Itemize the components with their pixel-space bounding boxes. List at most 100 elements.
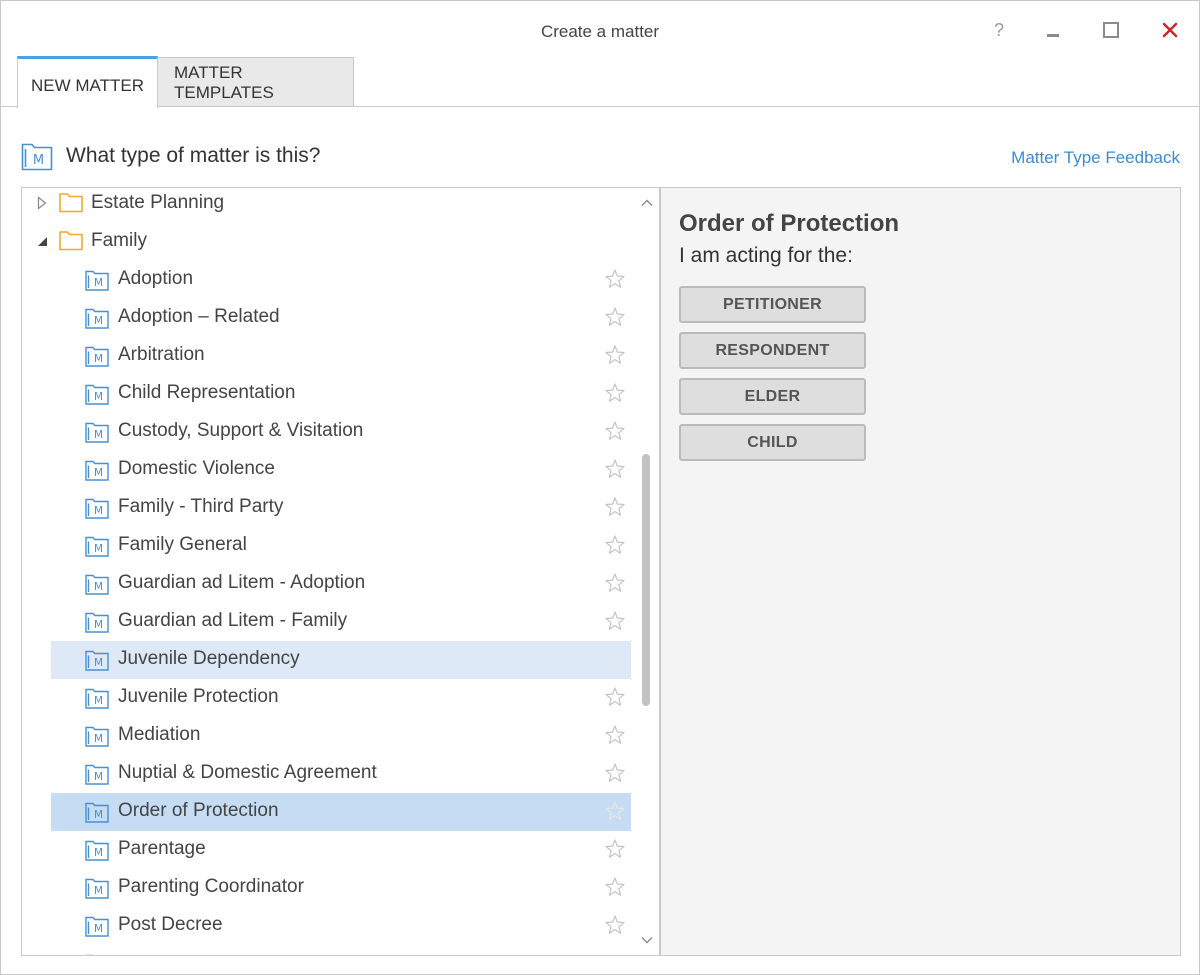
matter-detail-panel: Order of Protection I am acting for the:… — [661, 188, 1180, 955]
list-item[interactable]: M Child Representation — [51, 375, 631, 413]
list-item-label: Juvenile Protection — [118, 686, 279, 707]
favorite-star-icon[interactable] — [604, 306, 626, 328]
scrollbar-thumb[interactable] — [642, 454, 650, 706]
petitioner-button[interactable]: PETITIONER — [679, 286, 866, 323]
folder-icon — [59, 231, 83, 251]
list-item-label: Child Representation — [118, 382, 296, 403]
list-item[interactable]: M Mediation — [51, 717, 631, 755]
list-item[interactable]: M Nuptial & Domestic Agreement — [51, 755, 631, 793]
list-item-label: Nuptial & Domestic Agreement — [118, 762, 377, 783]
list-item-label: Adoption — [118, 268, 194, 289]
tree-folder-label: Family — [91, 230, 147, 251]
list-item-label: Adoption – Related — [118, 306, 280, 327]
list-item-label: Parentage — [118, 838, 206, 859]
matter-icon: M — [85, 802, 109, 823]
matter-icon: M — [85, 764, 109, 785]
svg-text:M: M — [94, 771, 103, 783]
matter-icon: M — [85, 270, 109, 291]
question-text: What type of matter is this? — [66, 144, 321, 167]
favorite-star-icon[interactable] — [604, 382, 626, 404]
tab-divider — [1, 106, 1199, 107]
help-button[interactable]: ? — [987, 15, 1011, 45]
svg-text:M: M — [94, 619, 103, 631]
matter-icon: M — [85, 612, 109, 633]
scroll-down-arrow-icon[interactable] — [640, 933, 654, 947]
matter-folder-icon: M — [21, 143, 53, 171]
matter-type-feedback-link[interactable]: Matter Type Feedback — [1011, 148, 1180, 168]
favorite-star-icon[interactable] — [604, 344, 626, 366]
list-item[interactable]: M Parenting Coordinator — [51, 869, 631, 907]
collapse-arrow-icon[interactable] — [36, 234, 48, 248]
favorite-star-icon[interactable] — [604, 534, 626, 556]
list-item[interactable]: M Parentage — [51, 831, 631, 869]
question-heading: M What type of matter is this? — [21, 141, 320, 171]
svg-text:M: M — [94, 429, 103, 441]
scroll-up-arrow-icon[interactable] — [640, 196, 654, 210]
list-item[interactable]: M Adoption — [51, 261, 631, 299]
favorite-star-icon[interactable] — [604, 876, 626, 898]
matter-icon: M — [85, 308, 109, 329]
matter-icon: M — [85, 650, 109, 671]
list-item[interactable]: M Arbitration — [51, 337, 631, 375]
tree-folder-family[interactable]: Family — [22, 223, 632, 261]
list-item-label: Family General — [118, 534, 247, 555]
list-item[interactable]: M Juvenile Dependency — [51, 641, 631, 679]
svg-text:M: M — [33, 153, 44, 168]
svg-text:M: M — [94, 581, 103, 593]
list-item[interactable]: M Guardian ad Litem - Family — [51, 603, 631, 641]
list-item-label: Juvenile Dependency — [118, 648, 300, 669]
svg-text:M: M — [94, 315, 103, 327]
svg-text:M: M — [94, 277, 103, 289]
list-item[interactable]: M Guardian ad Litem - Adoption — [51, 565, 631, 603]
minimize-button[interactable] — [1041, 15, 1065, 45]
favorite-star-icon[interactable] — [604, 268, 626, 290]
minimize-icon — [1047, 33, 1059, 37]
matter-icon: M — [85, 460, 109, 481]
svg-text:M: M — [94, 543, 103, 555]
tab-strip: NEW MATTER MATTER TEMPLATES — [17, 56, 354, 108]
favorite-star-icon[interactable] — [604, 496, 626, 518]
favorite-star-icon[interactable] — [604, 724, 626, 746]
svg-text:M: M — [94, 695, 103, 707]
list-item[interactable]: M Order of Protection — [51, 793, 631, 831]
tab-new-matter[interactable]: NEW MATTER — [17, 56, 158, 108]
list-item[interactable]: M Family General — [51, 527, 631, 565]
create-matter-dialog: Create a matter ? NEW MATTER MATTER TEMP… — [0, 0, 1200, 975]
list-item-label: Parenting Coordinator — [118, 876, 304, 897]
list-item[interactable]: M Post Decree — [51, 907, 631, 945]
favorite-star-icon[interactable] — [604, 420, 626, 442]
content-panels: Estate Planning Family M Adoption M Adoptio… — [21, 187, 1181, 956]
respondent-button[interactable]: RESPONDENT — [679, 332, 866, 369]
favorite-star-icon[interactable] — [604, 686, 626, 708]
elder-button[interactable]: ELDER — [679, 378, 866, 415]
list-item-label: Arbitration — [118, 344, 205, 365]
favorite-star-icon[interactable] — [604, 838, 626, 860]
list-item[interactable]: M Domestic Violence — [51, 451, 631, 489]
matter-icon: M — [85, 498, 109, 519]
svg-text:M: M — [94, 505, 103, 517]
matter-icon — [85, 954, 94, 955]
favorite-star-icon[interactable] — [604, 914, 626, 936]
list-item[interactable]: M Adoption – Related — [51, 299, 631, 337]
svg-text:M: M — [94, 885, 103, 897]
list-item[interactable]: M Custody, Support & Visitation — [51, 413, 631, 451]
favorite-star-icon[interactable] — [604, 610, 626, 632]
matter-icon: M — [85, 536, 109, 557]
list-item-label: Family - Third Party — [118, 496, 284, 517]
svg-text:M: M — [94, 657, 103, 669]
tree-folder-estate-planning[interactable]: Estate Planning — [22, 188, 632, 223]
favorite-star-icon[interactable] — [604, 648, 626, 670]
list-item[interactable]: M Family - Third Party — [51, 489, 631, 527]
matter-icon: M — [85, 346, 109, 367]
favorite-star-icon[interactable] — [604, 762, 626, 784]
favorite-star-icon[interactable] — [604, 800, 626, 822]
maximize-button[interactable] — [1099, 15, 1123, 45]
expand-arrow-icon[interactable] — [36, 196, 48, 210]
list-item[interactable]: M Juvenile Protection — [51, 679, 631, 717]
favorite-star-icon[interactable] — [604, 572, 626, 594]
close-button[interactable] — [1157, 15, 1183, 45]
favorite-star-icon[interactable] — [604, 458, 626, 480]
list-item[interactable] — [51, 945, 631, 955]
tab-matter-templates[interactable]: MATTER TEMPLATES — [158, 57, 354, 107]
child-button[interactable]: CHILD — [679, 424, 866, 461]
